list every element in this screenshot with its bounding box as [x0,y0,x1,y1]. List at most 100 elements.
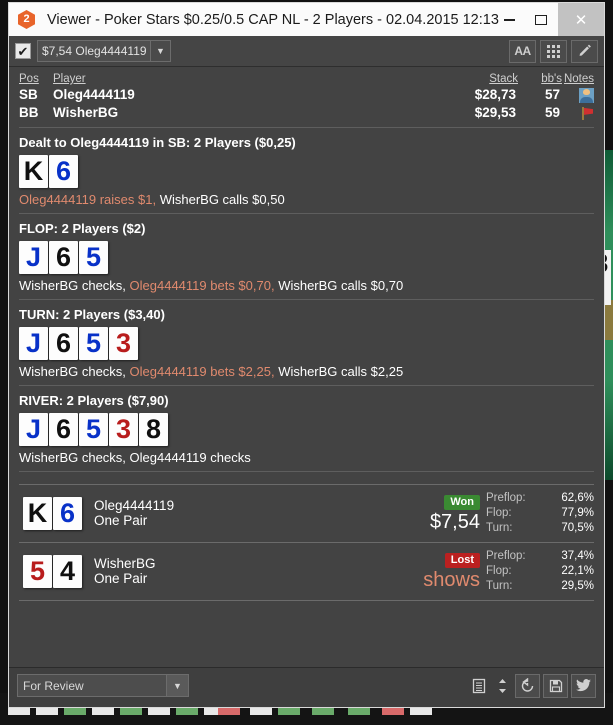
playing-card: K [19,154,48,188]
font-size-button[interactable]: AA [509,39,536,63]
action-text: WisherBG checks, [19,277,130,293]
equity-value: 29,5% [561,579,594,592]
hand-select-checkbox[interactable]: ✔ [15,43,31,59]
showdown-section: K 6 Oleg4444119 One Pair Won $7,54 Preflop: 62,… [19,483,594,601]
playing-card: 5 [79,240,108,274]
street-actions: WisherBG checks, Oleg4444119 bets $2,25,… [19,364,594,382]
street-block: FLOP: 2 Players ($2) J 6 5 WisherBG checks, … [19,214,594,300]
status-badge: Lost [444,553,480,569]
twitter-share-button[interactable] [571,673,596,698]
playing-card: J [19,240,48,274]
edit-button[interactable] [571,39,598,63]
notepad-icon [472,678,486,693]
street-block: Dealt to Oleg4444119 in SB: 2 Players ($… [19,128,594,214]
street-header: TURN: 2 Players ($3,40) [19,306,165,322]
street-block: RIVER: 2 Players ($7,90) J 6 5 3 8 WisherBG ch… [19,386,594,472]
playing-card: 6 [49,154,78,188]
showdown-hand-rank: One Pair [94,513,148,529]
street-divider [19,470,594,472]
showdown-cards: 54 [23,554,82,588]
showdown-player-info: Oleg4444119 One Pair [94,498,174,528]
equity-row-preflop: Preflop: 62,6% [486,491,594,506]
table-row[interactable]: BB WisherBG $29,53 59 [19,104,594,122]
grid-view-button[interactable] [540,39,567,63]
chevron-down-icon[interactable]: ▼ [166,675,188,696]
playing-card: 5 [79,412,108,446]
hand-selector-combo[interactable]: $7,54 Oleg4444119 ▼ [37,40,171,62]
showdown-player-name: Oleg4444119 [94,498,175,514]
showdown-row[interactable]: K 6 Oleg4444119 One Pair Won $7,54 Preflop: 62,… [19,485,594,542]
street-header: FLOP: 2 Players ($2) [19,220,146,236]
col-stack: Stack [489,73,518,85]
street-header: Dealt to Oleg4444119 in SB: 2 Players ($… [19,134,296,150]
street-cards: J6538 [19,412,594,446]
showdown-row[interactable]: 5 4 WisherBG One Pair Lost shows Preflop: 37,4%… [19,543,594,600]
action-text: WisherBG calls $0,50 [159,191,285,207]
maximize-button[interactable] [524,3,558,36]
action-text: WisherBG checks, [19,363,130,379]
showdown-hand-rank: One Pair [94,571,148,587]
action-text: WisherBG calls $2,25 [278,363,404,379]
table-row[interactable]: SB Oleg4444119 $28,73 57 [19,86,594,104]
equity-label: Flop: [486,506,512,519]
playing-card: 5 [23,554,52,588]
status-strip [9,703,604,707]
app-icon: 2 [18,10,35,29]
updown-stepper[interactable] [492,674,512,698]
col-player: Player [53,73,86,85]
review-tag-combo[interactable]: For Review ▼ [17,674,189,697]
playing-card: 8 [139,412,168,446]
action-text: Oleg4444119 bets $0,70, [129,277,279,293]
players-table: Pos Player Stack bb's Notes SB Oleg444411… [19,73,594,122]
status-badge: Won [444,495,480,511]
playing-card: 3 [109,326,138,360]
street-block: TURN: 2 Players ($3,40) J 6 5 3 WisherBG chec… [19,300,594,386]
player-note[interactable] [562,104,594,122]
showdown-player-name: WisherBG [94,556,156,572]
title-bar[interactable]: 2 Viewer - Poker Stars $0.25/0.5 CAP NL … [9,3,604,36]
showdown-result: Won $7,54 [388,492,480,534]
equity-label: Flop: [486,564,512,577]
col-notes: Notes [563,73,594,85]
equity-row-preflop: Preflop: 37,4% [486,549,594,564]
maximize-icon [535,14,547,25]
minimize-button[interactable] [494,3,524,36]
notes-button[interactable] [469,674,489,698]
toolbar-actions: AA [509,39,598,63]
font-size-label: AA [514,44,531,58]
bottom-toolbar: For Review ▼ [9,667,604,703]
street-actions: WisherBG checks, Oleg4444119 checks [19,450,594,468]
equity-label: Turn: [486,521,513,534]
equity-label: Turn: [486,579,513,592]
players-table-header: Pos Player Stack bb's Notes [19,73,594,86]
showdown-cards: K6 [23,496,82,530]
player-note[interactable] [562,86,594,104]
player-position: BB [19,105,39,121]
playing-card: 6 [49,326,78,360]
showdown-bottom-divider [19,599,594,601]
playing-card: 6 [49,412,78,446]
app-badge-number: 2 [18,10,35,29]
equity-table: Preflop: 62,6% Flop: 77,9% Turn: 70,5% [486,491,594,536]
equity-table: Preflop: 37,4% Flop: 22,1% Turn: 29,5% [486,549,594,594]
street-actions: WisherBG checks, Oleg4444119 bets $0,70,… [19,278,594,296]
close-button[interactable]: ✕ [558,3,604,36]
player-stack: $28,73 [474,87,516,103]
playing-card: 4 [53,554,82,588]
save-button[interactable] [543,673,568,698]
hand-selector-value: $7,54 Oleg4444119 [38,41,150,61]
playing-card: J [19,412,48,446]
player-name: WisherBG [53,105,119,121]
chevron-down-icon[interactable]: ▼ [150,41,170,61]
flag-icon [579,106,594,121]
undo-arrow-icon [521,678,534,692]
player-stack: $29,53 [474,105,516,121]
action-text: Oleg4444119 raises $1, [19,191,160,207]
top-toolbar: ✔ $7,54 Oleg4444119 ▼ AA [9,36,604,67]
viewer-window: 2 Viewer - Poker Stars $0.25/0.5 CAP NL … [8,2,605,708]
twitter-bird-icon [576,679,591,692]
showdown-result: Lost shows [388,550,480,592]
street-cards: J653 [19,326,594,360]
replay-button[interactable] [515,673,540,698]
equity-row-flop: Flop: 77,9% [486,506,594,521]
